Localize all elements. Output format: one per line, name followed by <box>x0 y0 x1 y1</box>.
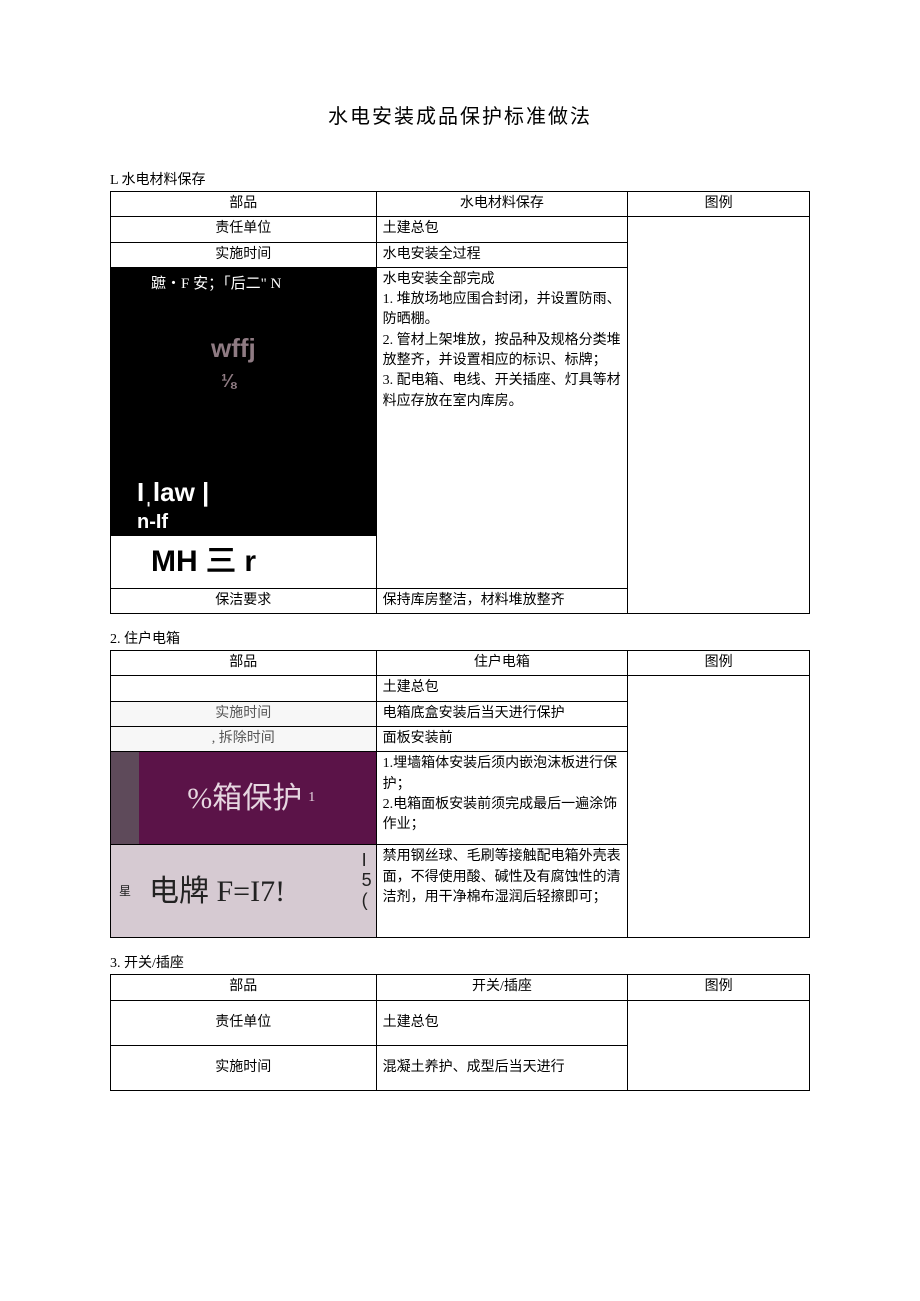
image-text: I <box>362 851 372 871</box>
label-cell: 实施时间 <box>111 701 377 726</box>
value-cell: 电箱底盒安装后当天进行保护 <box>376 701 628 726</box>
header-cell: 住户电箱 <box>376 651 628 676</box>
image-bar: 星 <box>111 845 139 937</box>
label-cell: 实施时间 <box>111 242 377 267</box>
image-cell: 蹠・F 安；「后二" N wffj ⅛ Iˌlaw | n‑If MH 三 r <box>111 267 377 588</box>
image-text: MH 三 r <box>111 536 376 588</box>
section2-heading: 2. 住户电箱 <box>110 628 810 648</box>
table-row: 责任单位 土建总包 <box>111 1000 810 1045</box>
value-cell: 面板安装前 <box>376 727 628 752</box>
section1-table: 部品 水电材料保存 图例 责任单位 土建总包 实施时间 水电安装全过程 蹠・F … <box>110 191 810 614</box>
legend-cell <box>628 1000 810 1090</box>
image-text: Iˌlaw | <box>137 474 209 512</box>
table-row: 责任单位 土建总包 <box>111 217 810 242</box>
image-cell: 星 电牌 F=I7! I 5 ( <box>111 845 377 938</box>
section1-heading: L 水电材料保存 <box>110 169 810 189</box>
header-cell: 图例 <box>628 651 810 676</box>
image-text: 1 <box>308 788 315 808</box>
value-cell: 土建总包 <box>376 1000 628 1045</box>
table-row: 部品 开关/插座 图例 <box>111 975 810 1000</box>
header-cell: 开关/插座 <box>376 975 628 1000</box>
image-bar <box>111 752 139 844</box>
legend-cell <box>628 217 810 614</box>
document-page: 水电安装成品保护标准做法 L 水电材料保存 部品 水电材料保存 图例 责任单位 … <box>0 0 920 1145</box>
image-body: %箱保护 1 <box>139 752 376 844</box>
section3-heading: 3. 开关/插座 <box>110 952 810 972</box>
image-text: ⅛ <box>221 368 236 394</box>
value-cell: 土建总包 <box>376 217 628 242</box>
value-cell: 混凝土养护、成型后当天进行 <box>376 1045 628 1090</box>
image-text: 电牌 F=I7! <box>149 870 285 914</box>
image-text: n‑If <box>137 508 168 537</box>
header-cell: 部品 <box>111 975 377 1000</box>
section2-table: 部品 住户电箱 图例 土建总包 实施时间 电箱底盒安装后当天进行保护 , 拆除时… <box>110 650 810 938</box>
image-text: wffj <box>211 330 256 368</box>
table-row: 部品 水电材料保存 图例 <box>111 192 810 217</box>
image-cell: %箱保护 1 <box>111 752 377 845</box>
label-cell: , 拆除时间 <box>111 727 377 752</box>
label-cell: 责任单位 <box>111 1000 377 1045</box>
header-cell: 部品 <box>111 651 377 676</box>
header-cell: 图例 <box>628 975 810 1000</box>
description-cell: 禁用钢丝球、毛刷等接触配电箱外壳表面，不得使用酸、碱性及有腐蚀性的清洁剂，用干净… <box>376 845 628 938</box>
image-text: 蹠・F 安；「后二" N <box>151 274 281 296</box>
section3-table: 部品 开关/插座 图例 责任单位 土建总包 实施时间 混凝土养护、成型后当天进行 <box>110 974 810 1090</box>
header-cell: 部品 <box>111 192 377 217</box>
image-text: 5 <box>362 871 372 891</box>
image-text: ( <box>362 891 372 911</box>
value-cell: 水电安装全过程 <box>376 242 628 267</box>
value-cell: 保持库房整洁，材料堆放整齐 <box>376 588 628 613</box>
label-cell: 保洁要求 <box>111 588 377 613</box>
electrical-label-image: 星 电牌 F=I7! I 5 ( <box>111 845 376 937</box>
document-title: 水电安装成品保护标准做法 <box>110 100 810 129</box>
box-protection-image: %箱保护 1 <box>111 752 376 844</box>
material-storage-image: 蹠・F 安；「后二" N wffj ⅛ Iˌlaw | n‑If MH 三 r <box>111 268 376 588</box>
table-row: 部品 住户电箱 图例 <box>111 651 810 676</box>
empty-cell <box>111 676 377 701</box>
image-body: 电牌 F=I7! I 5 ( <box>139 845 376 937</box>
table-row: 土建总包 <box>111 676 810 701</box>
label-cell: 责任单位 <box>111 217 377 242</box>
image-text: %箱保护 <box>187 777 302 821</box>
header-cell: 水电材料保存 <box>376 192 628 217</box>
value-cell: 土建总包 <box>376 676 628 701</box>
description-cell: 1.埋墙箱体安装后须内嵌泡沫板进行保护； 2.电箱面板安装前须完成最后一遍涂饰作… <box>376 752 628 845</box>
image-side-text: I 5 ( <box>362 851 372 910</box>
header-cell: 图例 <box>628 192 810 217</box>
description-cell: 水电安装全部完成 1. 堆放场地应围合封闭，并设置防雨、防晒棚。 2. 管材上架… <box>376 267 628 588</box>
label-cell: 实施时间 <box>111 1045 377 1090</box>
legend-cell <box>628 676 810 938</box>
